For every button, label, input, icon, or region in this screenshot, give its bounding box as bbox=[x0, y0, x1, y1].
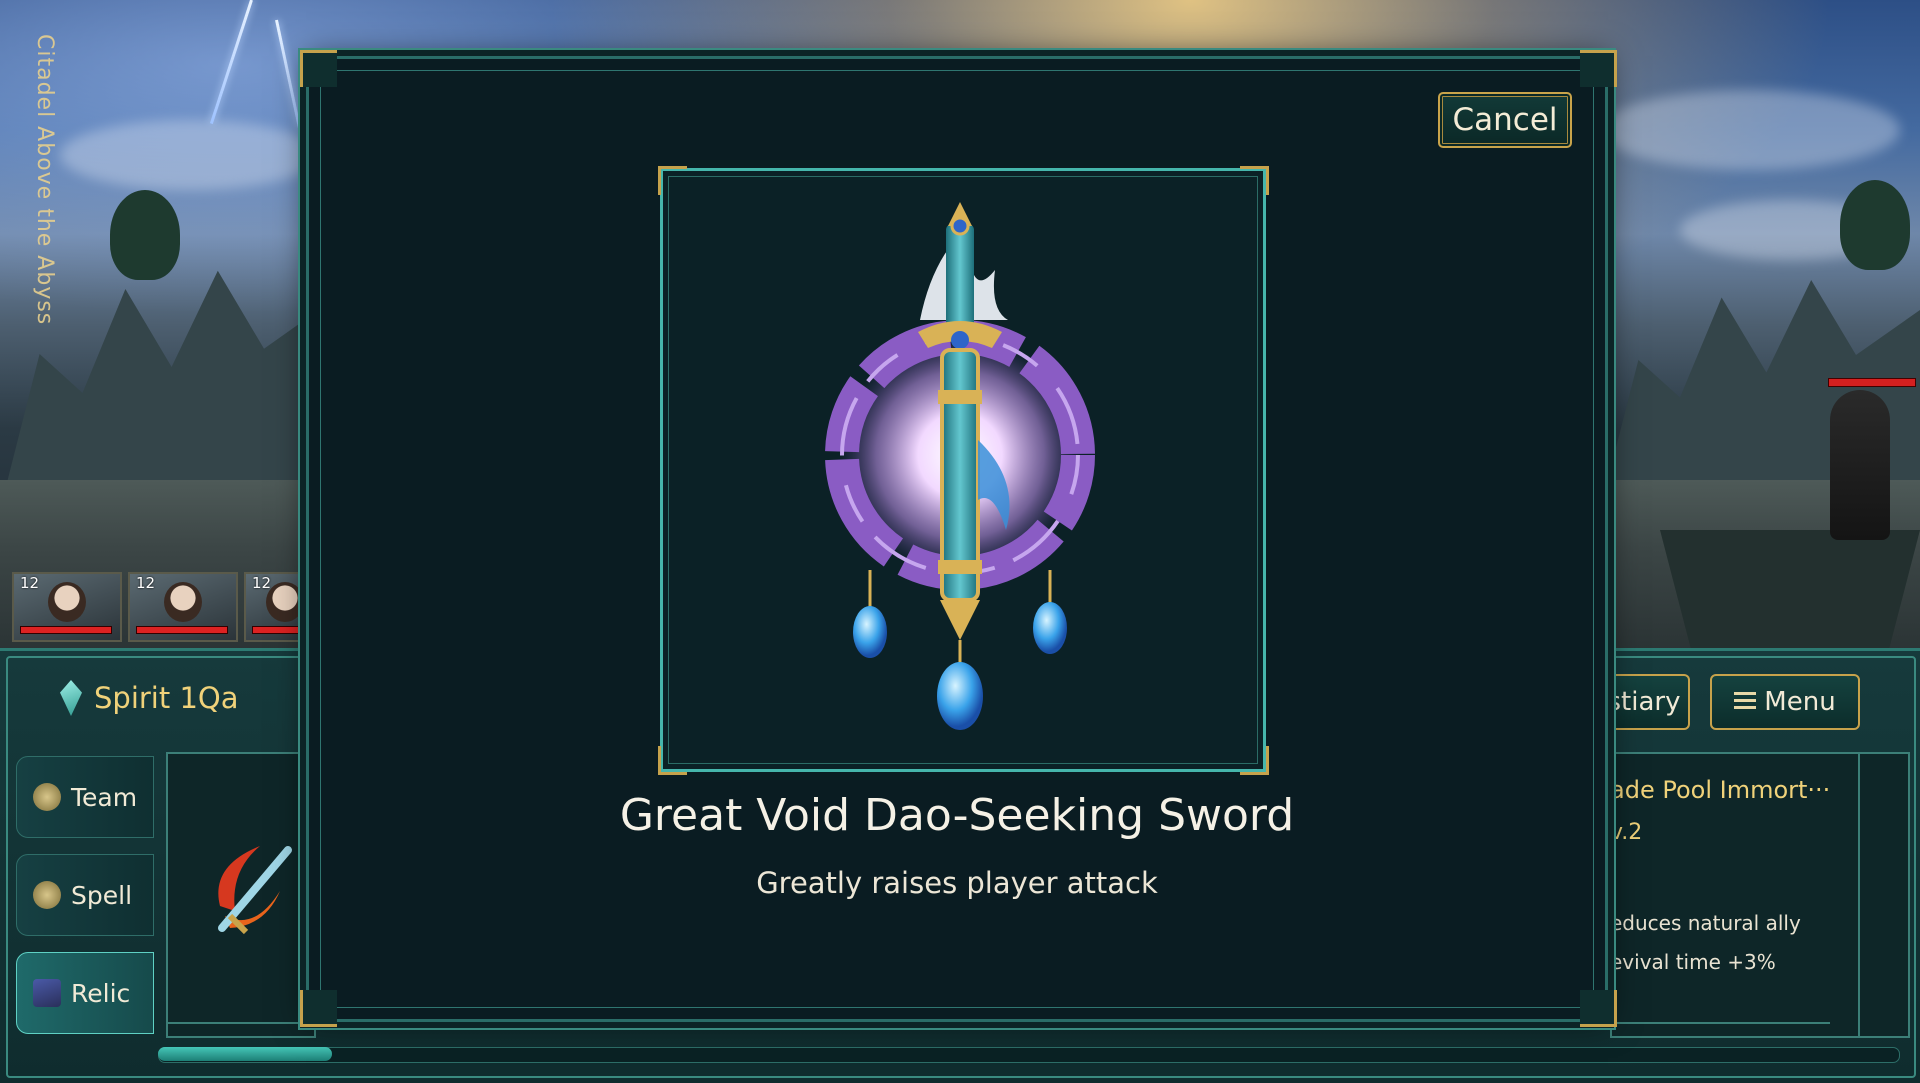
spirit-resource-label: Spirit 1Qa bbox=[94, 681, 239, 715]
tab-relic-label: Relic bbox=[71, 978, 131, 1008]
tab-relic[interactable]: Relic bbox=[16, 952, 154, 1034]
tab-team-label: Team bbox=[71, 782, 138, 812]
relic-info-description: educes natural ally evival time +3% bbox=[1610, 904, 1860, 982]
bestiary-button-label: stiary bbox=[1607, 687, 1681, 717]
team-icon bbox=[33, 783, 61, 811]
party-member-level: 12 bbox=[252, 574, 272, 592]
party-member-portrait bbox=[266, 582, 304, 622]
relic-info-name: ade Pool Immort··· bbox=[1610, 776, 1831, 804]
relic-thumbnail-sword-icon[interactable] bbox=[200, 836, 300, 946]
relic-info-level: v.2 bbox=[1610, 820, 1643, 845]
cancel-button[interactable]: Cancel bbox=[1438, 92, 1572, 148]
location-title: Citadel Above the Abyss bbox=[32, 34, 57, 326]
party-member-card[interactable]: 12 bbox=[12, 572, 122, 642]
bestiary-button[interactable]: stiary bbox=[1600, 674, 1690, 730]
menu-icon bbox=[1734, 692, 1757, 712]
party-member-hp-bar bbox=[136, 626, 228, 634]
great-void-sword-icon bbox=[825, 202, 1095, 730]
enemy-hp-bar bbox=[1828, 378, 1916, 387]
progress-fill bbox=[158, 1047, 332, 1061]
party-member-hp-bar bbox=[20, 626, 112, 634]
party-member-card[interactable]: 12 bbox=[244, 572, 310, 642]
progress-track bbox=[158, 1047, 1900, 1063]
spirit-resource: Spirit 1Qa bbox=[60, 680, 239, 716]
frame-corner-ornament bbox=[1240, 166, 1269, 195]
relic-info-side-panel bbox=[1858, 752, 1910, 1038]
party-member-portrait bbox=[164, 582, 202, 622]
bottom-slot-divider bbox=[1430, 1022, 1830, 1038]
enemy-ninja bbox=[1830, 390, 1890, 540]
party-member-hp-bar bbox=[252, 626, 304, 634]
relic-info-desc-line: educes natural ally bbox=[1610, 911, 1801, 935]
frame-corner-ornament bbox=[1240, 746, 1269, 775]
relic-icon bbox=[33, 979, 61, 1007]
tab-spell[interactable]: Spell bbox=[16, 854, 154, 936]
bottom-slot-divider bbox=[166, 1022, 566, 1038]
modal-corner-ornament bbox=[1580, 990, 1617, 1027]
relic-info-desc-line: evival time +3% bbox=[1610, 950, 1776, 974]
tab-spell-label: Spell bbox=[71, 880, 133, 910]
party-member-level: 12 bbox=[136, 574, 156, 592]
party-member-card[interactable]: 12 bbox=[128, 572, 238, 642]
spirit-gem-icon bbox=[60, 680, 82, 716]
menu-button-label: Menu bbox=[1764, 687, 1836, 717]
item-name: Great Void Dao-Seeking Sword bbox=[619, 790, 1295, 841]
frame-corner-ornament bbox=[658, 166, 687, 195]
party-member-level: 12 bbox=[20, 574, 40, 592]
modal-corner-ornament bbox=[300, 990, 337, 1027]
modal-corner-ornament bbox=[1580, 50, 1617, 87]
frame-corner-ornament bbox=[658, 746, 687, 775]
menu-button[interactable]: Menu bbox=[1710, 674, 1860, 730]
item-description: Greatly raises player attack bbox=[756, 866, 1158, 900]
bottom-slot-divider bbox=[590, 1022, 990, 1038]
party-member-portrait bbox=[48, 582, 86, 622]
modal-corner-ornament bbox=[300, 50, 337, 87]
bottom-slot-divider bbox=[1010, 1022, 1410, 1038]
spell-icon bbox=[33, 881, 61, 909]
tab-team[interactable]: Team bbox=[16, 756, 154, 838]
